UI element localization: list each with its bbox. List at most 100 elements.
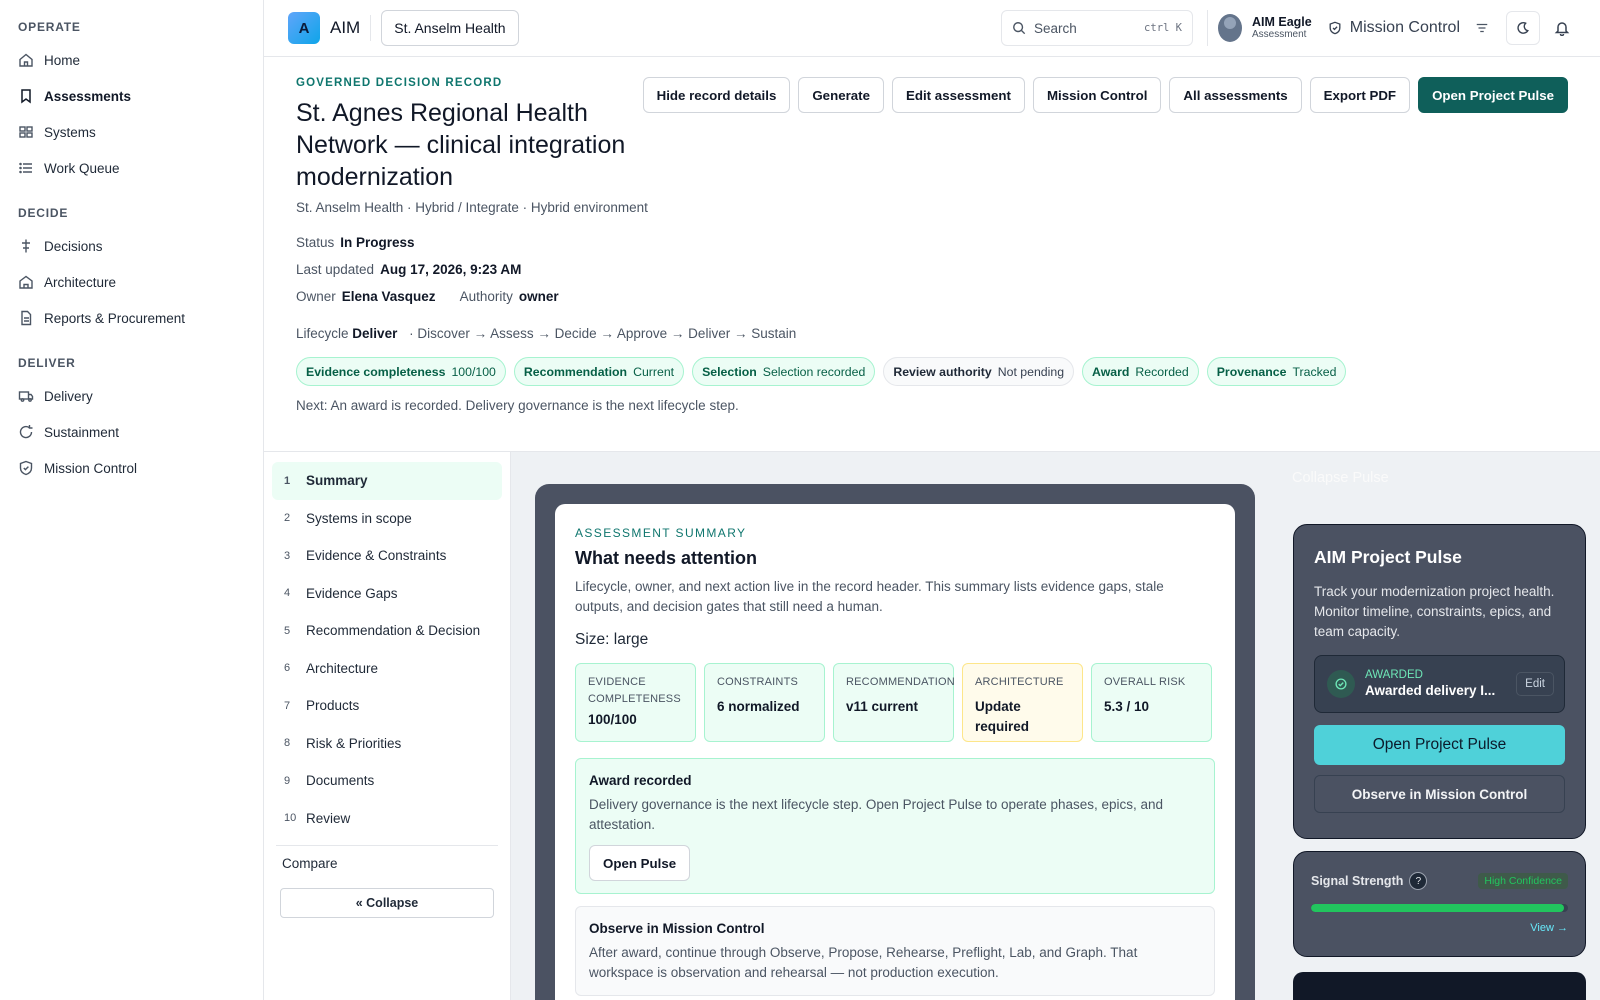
document-icon xyxy=(18,310,34,326)
hide-record-details-button[interactable]: Hide record details xyxy=(642,77,791,113)
open-project-pulse-button[interactable]: Open Project Pulse xyxy=(1418,77,1568,113)
step-summary[interactable]: 1 Summary xyxy=(272,462,502,500)
systems-icon xyxy=(18,124,34,140)
tile-overall-risk: OVERALL RISK 5.3 / 10 xyxy=(1091,663,1212,742)
nav-item-home[interactable]: Home xyxy=(0,42,263,78)
nav-item-decisions[interactable]: Decisions xyxy=(0,228,263,264)
summary-frame: ASSESSMENT SUMMARY What needs attention … xyxy=(535,484,1255,1000)
step-documents[interactable]: 9 Documents xyxy=(272,762,502,800)
award-recorded-panel: Award recorded Delivery governance is th… xyxy=(575,758,1215,894)
chip-evidence-completeness: Evidence completeness 100/100 xyxy=(296,357,506,386)
nav-item-architecture[interactable]: Architecture xyxy=(0,264,263,300)
nav-section-operate: OPERATE xyxy=(18,20,81,34)
nav-item-work-queue[interactable]: Work Queue xyxy=(0,150,263,186)
nav-item-assessments[interactable]: Assessments xyxy=(0,78,263,114)
help-icon[interactable]: ? xyxy=(1409,872,1428,890)
nav-item-sustainment[interactable]: Sustainment xyxy=(0,414,263,450)
bell-icon[interactable] xyxy=(1548,10,1576,46)
summary-description: Lifecycle, owner, and next action live i… xyxy=(575,579,1164,614)
observe-title: Observe in Mission Control xyxy=(589,921,765,936)
authority-value: owner xyxy=(518,289,559,304)
compare-link[interactable]: Compare xyxy=(272,856,502,878)
confidence-badge: High Confidence xyxy=(1478,873,1568,889)
collapse-pulse-button[interactable]: Collapse Pulse xyxy=(1292,470,1389,486)
record-actions: Hide record details Generate Edit assess… xyxy=(642,77,1568,113)
org-switcher[interactable]: St. Anselm Health xyxy=(381,10,519,46)
status-row: Status In Progress xyxy=(296,235,1568,250)
chip-selection: Selection Selection recorded xyxy=(692,357,876,386)
divider xyxy=(370,15,372,41)
nav-item-label: Assessments xyxy=(44,88,132,104)
step-review[interactable]: 10 Review xyxy=(272,800,502,838)
chip-award: Award Recorded xyxy=(1082,357,1199,386)
edit-assessment-button[interactable]: Edit assessment xyxy=(892,77,1025,113)
mission-control-label: Mission Control xyxy=(1349,19,1460,36)
list-icon xyxy=(18,160,34,176)
open-project-pulse-cta[interactable]: Open Project Pulse xyxy=(1314,725,1565,765)
pulse-description: Track your modernization project health.… xyxy=(1314,584,1555,639)
nav-item-label: Mission Control xyxy=(44,460,138,476)
award-description: Delivery governance is the next lifecycl… xyxy=(589,797,1164,832)
owner-value: Elena Vasquez xyxy=(341,289,436,304)
observe-panel: Observe in Mission Control After award, … xyxy=(575,906,1215,996)
sort-icon[interactable] xyxy=(1468,10,1496,46)
step-evidence-gaps[interactable]: 4 Evidence Gaps xyxy=(272,575,502,613)
search-placeholder: Search xyxy=(1033,20,1077,36)
owner-row: Owner Elena Vasquez Authority owner xyxy=(296,289,1568,304)
generate-button[interactable]: Generate xyxy=(798,77,884,113)
nav-item-systems[interactable]: Systems xyxy=(0,114,263,150)
step-evidence-constraints[interactable]: 3 Evidence & Constraints xyxy=(272,537,502,575)
nav-item-label: Reports & Procurement xyxy=(44,310,186,326)
signal-view-link[interactable]: View → xyxy=(1530,922,1568,934)
step-architecture[interactable]: 6 Architecture xyxy=(272,650,502,688)
mission-control-button[interactable]: Mission Control xyxy=(1032,77,1162,113)
chip-provenance: Provenance Tracked xyxy=(1206,357,1347,386)
search-input[interactable]: Search ctrl K xyxy=(1000,10,1193,46)
tile-recommendation: RECOMMENDATION v11 current xyxy=(833,663,955,742)
nav-item-label: Home xyxy=(44,52,81,68)
signal-strength-card: Signal Strength ? High Confidence View → xyxy=(1293,851,1586,957)
observe-mission-control-button[interactable]: Observe in Mission Control xyxy=(1314,775,1565,813)
mission-control-link[interactable]: Mission Control xyxy=(1328,19,1460,37)
updated-row: Last updated Aug 17, 2026, 9:23 AM xyxy=(296,262,1568,277)
refresh-icon xyxy=(18,424,34,440)
section-steps: 1 Summary 2 Systems in scope 3 Evidence & C… xyxy=(264,452,511,1000)
nav-item-reports-procurement[interactable]: Reports & Procurement xyxy=(0,300,263,336)
edit-award-button[interactable]: Edit xyxy=(1516,672,1554,696)
status-chips: Evidence completeness 100/100 Recommendat… xyxy=(296,357,1568,386)
tile-architecture: ARCHITECTURE Update required xyxy=(962,663,1083,742)
summary-title: What needs attention xyxy=(575,548,758,568)
user-name: AIM Eagle xyxy=(1251,14,1312,29)
owner-label: Owner xyxy=(296,289,336,304)
updated-label: Last updated xyxy=(296,262,375,277)
theme-toggle-moon-icon[interactable] xyxy=(1506,11,1540,45)
lifecycle-row: Lifecycle Deliver · Discover → Assess → … xyxy=(296,326,1568,341)
nav-item-mission-control[interactable]: Mission Control xyxy=(0,450,263,486)
award-title: Award recorded xyxy=(589,773,692,788)
step-systems-in-scope[interactable]: 2 Systems in scope xyxy=(272,500,502,538)
collapse-steps-button[interactable]: « Collapse xyxy=(280,888,494,918)
assessment-summary-card: ASSESSMENT SUMMARY What needs attention … xyxy=(555,504,1235,1000)
app-name[interactable]: AIM xyxy=(330,18,360,38)
user-menu[interactable]: AIM Eagle Assessment xyxy=(1206,10,1312,46)
home-icon xyxy=(18,52,34,68)
step-recommendation-decision[interactable]: 5 Recommendation & Decision xyxy=(272,612,502,650)
chip-recommendation: Recommendation Current xyxy=(513,357,685,386)
all-assessments-button[interactable]: All assessments xyxy=(1169,77,1302,113)
lifecycle-steps: · Discover → Assess → Decide → Approve →… xyxy=(409,326,797,341)
nav-item-delivery[interactable]: Delivery xyxy=(0,378,263,414)
summary-tiles: EVIDENCE COMPLETENESS 100/100 CONSTRAINTS… xyxy=(575,663,1215,742)
search-icon xyxy=(1012,21,1026,35)
awarded-status: AWARDED Awarded delivery I... Edit xyxy=(1314,655,1565,713)
open-pulse-button[interactable]: Open Pulse xyxy=(589,845,691,881)
nav-item-label: Architecture xyxy=(44,274,117,290)
step-products[interactable]: 7 Products xyxy=(272,687,502,725)
export-pdf-button[interactable]: Export PDF xyxy=(1309,77,1411,113)
search-shortcut: ctrl K xyxy=(1144,22,1182,34)
nav-section-decide: DECIDE xyxy=(18,206,69,220)
next-card-edge xyxy=(1293,972,1586,1000)
step-risk-priorities[interactable]: 8 Risk & Priorities xyxy=(272,725,502,763)
updated-value: Aug 17, 2026, 9:23 AM xyxy=(380,262,522,277)
app-logo[interactable]: A xyxy=(288,12,320,44)
observe-description: After award, continue through Observe, P… xyxy=(589,945,1138,980)
